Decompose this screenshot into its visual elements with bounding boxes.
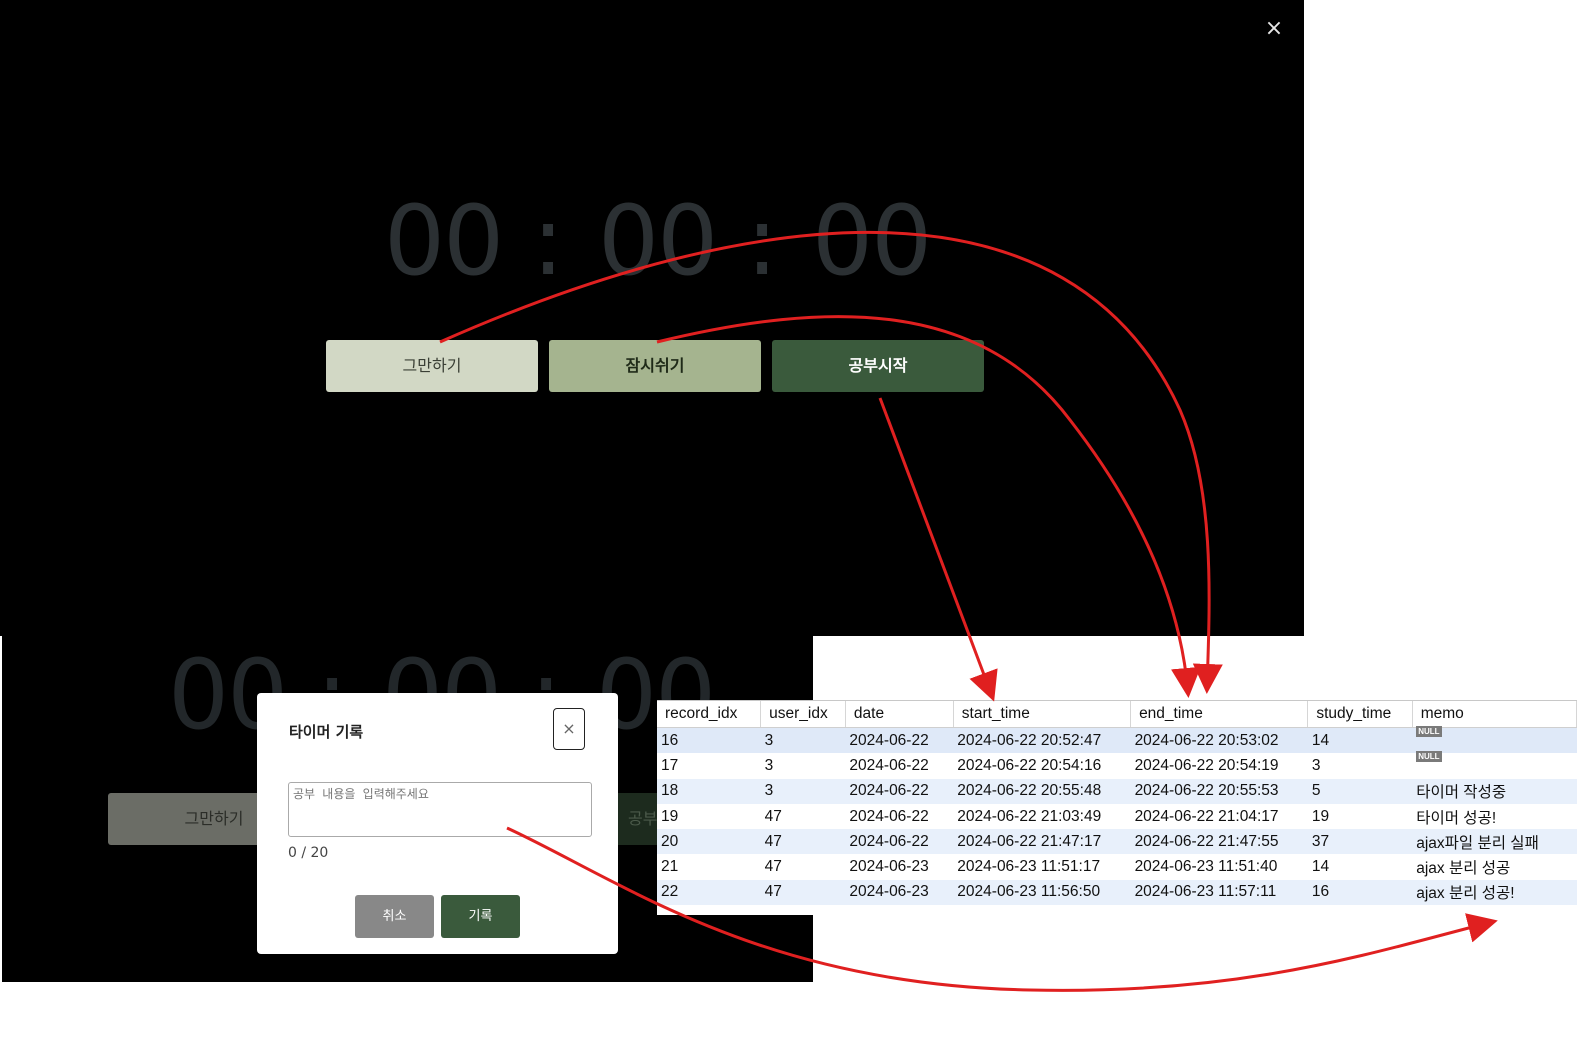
table-cell-date[interactable]: 2024-06-22 — [845, 804, 953, 829]
table-cell-user_idx[interactable]: 47 — [761, 804, 846, 829]
table-cell-study_time[interactable]: 16 — [1307, 879, 1413, 906]
table-row[interactable]: 21 47 2024-06-23 2024-06-23 11:51:17 2024-06… — [657, 854, 1577, 879]
column-header[interactable]: user_idx — [760, 701, 846, 728]
table-cell-user_idx[interactable]: 3 — [761, 753, 846, 778]
db-result-grid: record_idx user_idx date start_time end_… — [657, 700, 1577, 915]
timer-display: 00 : 00 : 00 — [384, 185, 932, 297]
stop-button[interactable]: 그만하기 — [326, 340, 538, 392]
table-cell-start_time[interactable]: 2024-06-23 11:51:17 — [953, 854, 1130, 879]
table-cell-start_time[interactable]: 2024-06-22 20:55:48 — [953, 778, 1131, 804]
table-cell-date[interactable]: 2024-06-22 — [845, 829, 954, 855]
timer-screen-top: × 00 : 00 : 00 그만하기 잠시쉬기 공부시작 — [0, 0, 1304, 636]
table-cell-record_idx[interactable]: 16 — [657, 727, 761, 754]
table-cell-memo[interactable]: NULL — [1412, 725, 1577, 754]
table-row[interactable]: 17 3 2024-06-22 2024-06-22 20:54:16 2024-06-… — [657, 750, 1577, 778]
table-cell-memo[interactable]: ajax 분리 성공 — [1412, 854, 1576, 879]
table-cell-end_time[interactable]: 2024-06-22 20:53:02 — [1130, 727, 1308, 754]
table-cell-record_idx[interactable]: 22 — [657, 879, 761, 906]
table-cell-study_time[interactable]: 37 — [1307, 829, 1413, 855]
table-cell-memo[interactable]: ajax 분리 성공! — [1412, 879, 1577, 906]
char-counter: 0 / 20 — [288, 845, 329, 861]
timer-separator: : — [531, 185, 565, 297]
table-cell-record_idx[interactable]: 17 — [657, 753, 761, 778]
timer-seconds: 00 — [812, 185, 932, 297]
table-cell-record_idx[interactable]: 19 — [657, 804, 761, 829]
table-cell-memo[interactable]: ajax파일 분리 실패 — [1412, 829, 1577, 855]
table-cell-memo[interactable]: 타이머 성공! — [1412, 804, 1576, 829]
close-icon[interactable]: × — [1263, 18, 1285, 40]
column-header[interactable]: memo — [1412, 701, 1577, 728]
timer-minutes: 00 — [598, 185, 718, 297]
timer-hours: 00 — [384, 185, 504, 297]
table-cell-end_time[interactable]: 2024-06-22 20:54:19 — [1131, 753, 1308, 778]
table-cell-record_idx[interactable]: 21 — [657, 854, 761, 879]
table-cell-end_time[interactable]: 2024-06-22 21:04:17 — [1131, 804, 1308, 829]
table-cell-date[interactable]: 2024-06-23 — [845, 854, 953, 879]
table-row[interactable]: 19 47 2024-06-22 2024-06-22 21:03:49 2024-06… — [657, 804, 1577, 829]
close-icon[interactable]: × — [553, 708, 585, 750]
table-cell-user_idx[interactable]: 47 — [760, 829, 846, 855]
table-cell-end_time[interactable]: 2024-06-23 11:51:40 — [1131, 854, 1308, 879]
table-cell-start_time[interactable]: 2024-06-23 11:56:50 — [953, 879, 1131, 906]
memo-input[interactable] — [288, 782, 592, 837]
table-cell-end_time[interactable]: 2024-06-22 20:55:53 — [1130, 778, 1308, 804]
table-row[interactable]: 16 3 2024-06-22 2024-06-22 20:52:47 2024-06-… — [657, 725, 1577, 754]
column-header[interactable]: start_time — [953, 701, 1132, 728]
table-cell-user_idx[interactable]: 3 — [760, 778, 846, 804]
cancel-button[interactable]: 취소 — [355, 895, 434, 938]
table-cell-memo[interactable]: NULL — [1412, 750, 1576, 778]
table-cell-user_idx[interactable]: 47 — [760, 879, 846, 906]
table-row[interactable]: 22 47 2024-06-23 2024-06-23 11:56:50 2024-06… — [657, 879, 1577, 906]
table-cell-study_time[interactable]: 14 — [1307, 727, 1413, 754]
table-cell-memo[interactable]: 타이머 작성중 — [1412, 778, 1577, 804]
table-cell-study_time[interactable]: 14 — [1308, 854, 1412, 879]
start-study-button[interactable]: 공부시작 — [772, 340, 984, 392]
table-cell-study_time[interactable]: 3 — [1308, 753, 1412, 778]
header-row: record_idx user_idx date start_time end_… — [657, 701, 1577, 728]
timer-separator: : — [745, 185, 779, 297]
table-cell-record_idx[interactable]: 18 — [657, 778, 761, 804]
modal-title: 타이머 기록 — [289, 723, 364, 741]
timer-record-modal: 타이머 기록 × 0 / 20 취소 기록 — [257, 693, 618, 954]
table-cell-start_time[interactable]: 2024-06-22 20:54:16 — [953, 753, 1130, 778]
table-cell-end_time[interactable]: 2024-06-22 21:47:55 — [1130, 829, 1308, 855]
table-cell-user_idx[interactable]: 3 — [760, 727, 846, 754]
table-cell-user_idx[interactable]: 47 — [761, 854, 846, 879]
column-header[interactable]: record_idx — [657, 701, 762, 728]
table-cell-start_time[interactable]: 2024-06-22 21:47:17 — [953, 829, 1131, 855]
table-cell-date[interactable]: 2024-06-22 — [845, 778, 954, 804]
column-header[interactable]: end_time — [1130, 701, 1309, 728]
table-cell-study_time[interactable]: 19 — [1308, 804, 1412, 829]
column-header[interactable]: study_time — [1307, 701, 1413, 728]
table-cell-record_idx[interactable]: 20 — [657, 829, 761, 855]
null-badge: NULL — [1416, 725, 1442, 737]
table-row[interactable]: 18 3 2024-06-22 2024-06-22 20:55:48 2024-06-… — [657, 778, 1577, 804]
save-record-button[interactable]: 기록 — [441, 895, 520, 938]
table-cell-start_time[interactable]: 2024-06-22 20:52:47 — [953, 727, 1131, 754]
table-cell-date[interactable]: 2024-06-22 — [845, 727, 954, 754]
table-cell-study_time[interactable]: 5 — [1307, 778, 1413, 804]
records-table: record_idx user_idx date start_time end_… — [657, 701, 1577, 906]
table-cell-end_time[interactable]: 2024-06-23 11:57:11 — [1130, 879, 1308, 906]
pause-button[interactable]: 잠시쉬기 — [549, 340, 761, 392]
table-row[interactable]: 20 47 2024-06-22 2024-06-22 21:47:17 2024-06… — [657, 829, 1577, 855]
table-cell-start_time[interactable]: 2024-06-22 21:03:49 — [953, 804, 1130, 829]
table-cell-date[interactable]: 2024-06-23 — [845, 879, 954, 906]
table-cell-date[interactable]: 2024-06-22 — [845, 753, 953, 778]
column-header[interactable]: date — [845, 701, 954, 728]
null-badge: NULL — [1416, 750, 1442, 762]
